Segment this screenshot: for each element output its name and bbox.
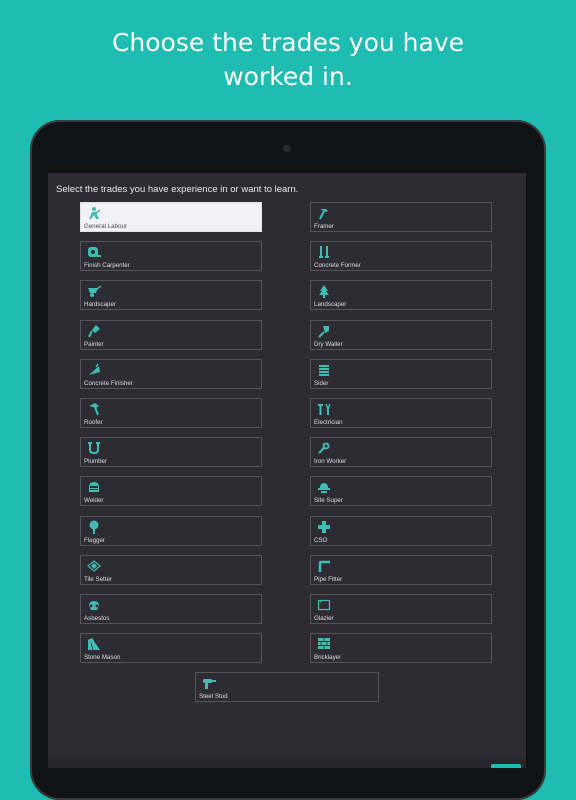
tape-measure-icon <box>87 245 101 259</box>
headline-line-2: worked in. <box>223 62 353 91</box>
trade-label: Asbestos <box>84 615 110 622</box>
trade-selection-screen: Select the trades you have experience in… <box>48 173 526 768</box>
trade-label: Painter <box>84 340 104 348</box>
stop-sign-icon <box>87 520 101 534</box>
roof-hammer-icon <box>87 402 101 416</box>
trade-card-asbestos[interactable]: Asbestos <box>80 594 262 624</box>
stone-icon <box>87 637 101 651</box>
welding-mask-icon <box>87 480 101 494</box>
trowel-icon <box>87 363 101 377</box>
trade-label: Concrete Former <box>314 262 361 270</box>
trade-label: Bricklayer <box>314 654 342 662</box>
trade-card-pipe-fitter[interactable]: Pipe Fitter <box>310 554 492 585</box>
drywall-knife-icon <box>317 324 331 338</box>
labourer-icon <box>87 206 101 220</box>
pipe-elbow-icon <box>317 559 331 573</box>
trade-label: Flagger <box>84 536 105 544</box>
trade-card-flagger[interactable]: Flagger <box>80 515 262 546</box>
tile-icon <box>87 559 101 573</box>
camera-icon <box>283 145 290 152</box>
trade-card-dry-waller[interactable]: Dry Waller <box>310 319 492 350</box>
wheelbarrow-icon <box>87 284 102 298</box>
trade-label: Plumber <box>84 458 108 466</box>
trade-card-framer[interactable]: Framer <box>310 202 492 232</box>
trade-label: Framer <box>314 223 334 230</box>
continue-button[interactable] <box>491 764 521 768</box>
bottom-bar <box>48 758 526 768</box>
trade-card-iron-worker[interactable]: Iron Worker <box>310 437 492 468</box>
trade-label: Dry Waller <box>314 340 343 348</box>
respirator-icon <box>87 598 101 612</box>
trade-card-landscaper[interactable]: Landscaper <box>310 280 492 311</box>
safety-cross-icon <box>317 520 331 534</box>
trade-label: Tile Setter <box>84 575 112 583</box>
trade-card-welder[interactable]: Welder <box>80 476 262 507</box>
pipe-icon <box>87 441 101 455</box>
trade-card-concrete-finisher[interactable]: Concrete Finisher <box>80 358 262 389</box>
trade-card-bricklayer[interactable]: Bricklayer <box>310 633 492 664</box>
trade-label: Glazier <box>314 615 334 622</box>
paintbrush-icon <box>87 324 101 338</box>
trade-card-stone-mason[interactable]: Stone Mason <box>80 633 262 664</box>
trade-card-site-super[interactable]: Site Super <box>310 476 492 507</box>
trade-card-plumber[interactable]: Plumber <box>80 437 262 468</box>
hard-hat-icon <box>317 480 331 494</box>
trade-label: CSO <box>314 536 328 544</box>
instruction-text: Select the trades you have experience in… <box>56 184 299 195</box>
trade-card-steel-stud[interactable]: Steel Stud <box>195 672 379 703</box>
trade-card-electrician[interactable]: Electrician <box>310 398 492 428</box>
drill-icon <box>202 676 216 690</box>
trade-card-painter[interactable]: Painter <box>80 319 262 350</box>
trade-card-hardscaper[interactable]: Hardscaper <box>80 280 262 311</box>
headline: Choose the trades you have worked in. <box>0 26 576 94</box>
trade-label: Roofer <box>84 419 103 426</box>
trade-label: Electrician <box>314 419 343 426</box>
tree-icon <box>317 284 331 299</box>
trade-label: Iron Worker <box>314 458 347 466</box>
trade-label: Sider <box>314 379 329 387</box>
trade-card-general-labour[interactable]: General Labour <box>80 202 262 232</box>
trade-card-cso[interactable]: CSO <box>310 515 492 546</box>
brick-icon <box>317 637 331 651</box>
trade-card-roofer[interactable]: Roofer <box>80 398 262 428</box>
wrench-icon <box>317 441 331 455</box>
siding-icon <box>317 363 331 377</box>
trade-card-concrete-former[interactable]: Concrete Former <box>310 241 492 272</box>
glass-pane-icon <box>317 598 331 612</box>
trade-label: Welder <box>84 497 104 505</box>
trade-label: Landscaper <box>314 301 347 309</box>
trade-label: General Labour <box>84 223 127 230</box>
trade-label: Pipe Fitter <box>314 575 343 583</box>
headline-line-1: Choose the trades you have <box>111 28 465 57</box>
clamps-icon <box>317 245 331 259</box>
trade-label: Site Super <box>314 497 343 505</box>
trade-card-tile-setter[interactable]: Tile Setter <box>80 554 262 585</box>
trade-card-finish-carpenter[interactable]: Finish Carpenter <box>80 241 262 272</box>
trade-card-glazier[interactable]: Glazier <box>310 594 492 624</box>
trade-label: Finish Carpenter <box>84 262 130 270</box>
trade-label: Stone Mason <box>84 654 121 662</box>
trade-card-sider[interactable]: Sider <box>310 358 492 389</box>
hammer-icon <box>317 206 331 220</box>
pliers-icon <box>317 402 331 416</box>
trade-label: Concrete Finisher <box>84 379 133 387</box>
trade-label: Hardscaper <box>84 301 116 309</box>
trade-label: Steel Stud <box>199 693 228 701</box>
